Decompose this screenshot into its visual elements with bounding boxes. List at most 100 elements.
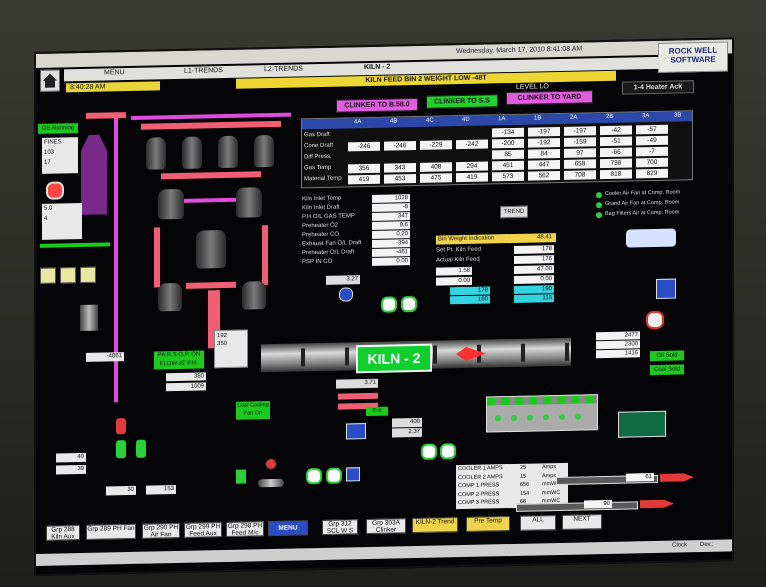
nav-button[interactable]: Grp 289 PH Fan [86, 523, 136, 540]
cyclone-4 [254, 134, 274, 168]
cooler-fan-dot[interactable] [543, 414, 549, 421]
clinker-yard-button[interactable]: CLINKER TO YARD [506, 90, 593, 106]
valve-icon[interactable] [381, 296, 397, 313]
nav-button[interactable]: MENU [268, 520, 308, 537]
valve-icon[interactable] [401, 295, 417, 313]
row-label: Material Temp [304, 175, 342, 183]
feed-cyan-value: 190 [514, 285, 554, 294]
valve-icon[interactable] [440, 443, 456, 460]
kiln-speed: 3.71 [336, 378, 378, 389]
table-cell: 658 [564, 159, 596, 169]
nav-button[interactable]: Grp 303A Clinker Trans [366, 518, 406, 541]
col-header: 1A [498, 116, 506, 123]
col-header: 4D [462, 116, 470, 124]
exhaust-draft-label: Exhaust Fan O/L Draft [302, 240, 362, 248]
hopper-icon[interactable] [80, 266, 96, 284]
row-label: Gas Draft [304, 131, 330, 139]
clinker-conveyor-b [516, 501, 638, 512]
nav-button[interactable]: ALL [520, 515, 556, 531]
l1-trends-link[interactable]: L1-TRENDS [184, 67, 223, 75]
preheater-o2-value: 9.6 [372, 221, 410, 230]
preheater-o2-label: Preheater O2 [302, 222, 339, 230]
coal-value: -4061 [86, 352, 124, 362]
burner-valve-icon[interactable] [236, 469, 246, 484]
bin-weight-panel: Bin Weight Indication 48.41 Set Pt. Kiln… [436, 233, 556, 305]
col-header: 1B [534, 115, 542, 122]
table-cell: -49 [636, 135, 668, 146]
conveyor-green [40, 242, 110, 248]
table-cell: -134 [492, 127, 524, 138]
mid-speed: 3.27 [326, 275, 360, 285]
conveyor-arrow-icon [640, 497, 674, 510]
nav-button[interactable]: KILN-2 Trend [412, 517, 458, 534]
timestamp: Wednesday, March 17, 2010 8:41:08 AM [456, 45, 583, 56]
hopper-icon[interactable] [60, 267, 76, 284]
table-cell: 818 [600, 169, 632, 180]
valve-icon[interactable] [306, 467, 322, 485]
heater-ack-button[interactable]: 1-4 Heater Ack [622, 80, 694, 95]
coal-panel: FINES 103 17 [42, 137, 78, 174]
hmi-screen: Wednesday, March 17, 2010 8:41:08 AM ROC… [34, 37, 734, 576]
valve-icon[interactable] [421, 443, 437, 460]
fan-motor-icon[interactable] [46, 181, 64, 200]
grate-cooler[interactable] [486, 394, 598, 433]
kiln-params: Kiln Inlet Temp 1028 Kiln Inlet Draft -8… [302, 194, 412, 268]
valve-icon[interactable] [326, 467, 342, 484]
nav-button[interactable]: Grp 288 Kiln Aux [46, 525, 80, 541]
cooler-right-value: 2477 [596, 331, 640, 341]
fan-icon[interactable] [656, 278, 676, 299]
cooler-fan-dot[interactable] [527, 414, 533, 421]
red-duct [262, 225, 268, 286]
home-icon[interactable] [40, 69, 60, 92]
trend-button[interactable]: TREND [500, 205, 528, 219]
feed-value: 47.00 [514, 265, 554, 274]
col-header: 4A [354, 119, 362, 126]
bag-filter-icon[interactable] [626, 228, 676, 248]
level-lamp [116, 440, 126, 459]
pump-icon[interactable] [346, 467, 360, 482]
cooler-amps-value: 25 [520, 464, 527, 471]
menu-link[interactable]: MENU [104, 69, 125, 76]
nav-button[interactable]: Grp 312 SCL W S Syt [322, 519, 358, 542]
pump-icon[interactable] [346, 423, 366, 440]
cooler-fan-dot[interactable] [511, 414, 517, 422]
table-cell: -51 [600, 136, 632, 147]
cooler-fan-dot[interactable] [495, 415, 501, 422]
exhaust-draft-value: -394 [372, 239, 410, 248]
nav-button[interactable]: Grp 299 PH Feed Aux [184, 522, 222, 538]
clinker-crusher[interactable] [618, 410, 666, 438]
table-cell: 738 [600, 158, 632, 169]
inlet-temp-label: Kiln Inlet Temp [302, 195, 342, 203]
red-duct [186, 281, 236, 289]
level-indicator: LEVEL LO [516, 83, 549, 91]
motor-icon[interactable] [646, 310, 664, 330]
col-header: 3B [674, 112, 682, 119]
time-display: 8:40:28 AM [66, 81, 160, 93]
inlet-draft-value: -8 [372, 203, 410, 212]
cooler-amps-label: COMP 3 PRESS [458, 499, 500, 507]
preheater-co-value: 0.20 [372, 230, 410, 239]
cooler-fan-dot[interactable] [575, 413, 581, 420]
cooler-fan-dot[interactable] [559, 413, 565, 421]
l2-trends-link[interactable]: L2-TRENDS [264, 65, 303, 73]
clinker-b58-button[interactable]: CLINKER TO B.58.0 [336, 97, 418, 113]
table-cell: -66 [600, 147, 632, 158]
clinker-ss-button[interactable]: CLINKER TO S.S [426, 94, 498, 109]
nav-button[interactable]: NEXT [562, 514, 602, 530]
col-header: 4B [390, 118, 398, 125]
nav-button[interactable]: Grp 290 PH Air Fan [142, 522, 180, 539]
nav-button[interactable]: Pre Temp [466, 516, 510, 532]
ph-gas-temp-value: 347 [372, 212, 410, 221]
feed-cyan-value: 178 [450, 286, 490, 296]
hopper-icon[interactable] [40, 267, 56, 284]
coal-value: 4 [44, 215, 48, 222]
set-feed-value: 178 [514, 245, 554, 254]
nav-button[interactable]: Grp 298 PH Feed M/c [226, 521, 264, 537]
motor-icon[interactable] [339, 287, 353, 302]
alarm-lamp [116, 418, 126, 435]
feed-cyan-value: 115 [514, 294, 554, 303]
cooler-amps-value: 15 [520, 473, 527, 480]
cyclone-8 [158, 282, 182, 312]
table-cell: 97 [564, 148, 596, 158]
table-cell: 356 [348, 163, 380, 174]
